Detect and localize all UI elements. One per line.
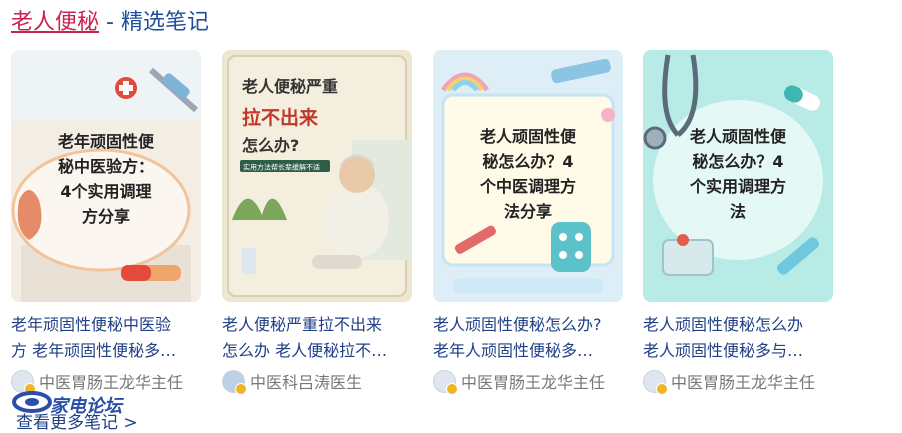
cover-text-line: 老人便秘严重 (241, 77, 338, 96)
avatar (643, 369, 668, 395)
note-author[interactable]: 中医科吕涛医生 (222, 369, 412, 395)
cover-text-line: 法分享 (504, 202, 552, 221)
cover-text-line: 方分享 (82, 207, 130, 226)
note-card-4[interactable]: 老人顽固性便 秘怎么办？4 个实用调理方 法 老人顽固性便秘怎么办 老人顽固性便… (643, 50, 833, 395)
header-separator: - (99, 10, 121, 35)
section-header: 老人便秘 - 精选笔记 (11, 6, 209, 40)
note-card-3[interactable]: 老人顽固性便 秘怎么办？4 个中医调理方 法分享 老人顽固性便秘怎么办? 老年人… (433, 50, 623, 395)
note-title-line: 老年顽固性便秘中医验 (11, 315, 172, 334)
note-title-link[interactable]: 老人顽固性便秘怎么办 老人顽固性便秘多与… (643, 312, 839, 364)
note-title-link[interactable]: 老年顽固性便秘中医验 方 老年顽固性便秘多… (11, 312, 207, 364)
note-card-1[interactable]: 老年顽固性便 秘中医验方： 4个实用调理 方分享 老年顽固性便秘中医验 方 老年… (11, 50, 201, 395)
note-title-line: 老年人顽固性便秘多… (433, 341, 594, 360)
author-name: 中医科吕涛医生 (250, 373, 363, 392)
avatar (222, 369, 247, 395)
cover-text-line: 秘中医验方： (58, 157, 154, 176)
note-title-line: 方 老年顽固性便秘多… (11, 341, 177, 360)
verified-badge-icon (235, 382, 247, 395)
note-cover-image[interactable]: 老年顽固性便 秘中医验方： 4个实用调理 方分享 (11, 50, 201, 302)
note-title-line: 老人顽固性便秘怎么办 (643, 315, 804, 334)
verified-badge-icon (446, 382, 458, 395)
section-title[interactable]: 精选笔记 (121, 10, 209, 35)
note-cover-image[interactable]: 老人顽固性便 秘怎么办？4 个中医调理方 法分享 (433, 50, 623, 302)
author-name: 中医胃肠王龙华主任 (39, 373, 184, 392)
cover-text-line: 秘怎么办？4 (482, 152, 573, 171)
cover-text-line: 个中医调理方 (479, 177, 576, 196)
note-cover-image[interactable]: 老人便秘严重 拉不出来 怎么办? 实用方法帮长辈缓解不适 (222, 50, 412, 302)
note-title-line: 老人便秘严重拉不出来 (222, 315, 383, 334)
note-title-link[interactable]: 老人便秘严重拉不出来 怎么办 老人便秘拉不… (222, 312, 418, 364)
author-name: 中医胃肠王龙华主任 (671, 373, 816, 392)
cover-illustration: 老人顽固性便 秘怎么办？4 个中医调理方 法分享 (433, 50, 623, 302)
note-title-line: 老人顽固性便秘怎么办? (433, 315, 602, 334)
note-card-2[interactable]: 老人便秘严重 拉不出来 怎么办? 实用方法帮长辈缓解不适 老人便秘严重拉不出来 … (222, 50, 412, 395)
cover-text-line: 怎么办? (242, 136, 299, 155)
note-author[interactable]: 中医胃肠王龙华主任 (433, 369, 623, 395)
cover-subtitle: 实用方法帮长辈缓解不适 (243, 163, 320, 172)
note-cover-image[interactable]: 老人顽固性便 秘怎么办？4 个实用调理方 法 (643, 50, 833, 302)
note-title-link[interactable]: 老人顽固性便秘怎么办? 老年人顽固性便秘多… (433, 312, 629, 364)
cover-illustration: 老年顽固性便 秘中医验方： 4个实用调理 方分享 (11, 50, 201, 302)
note-author[interactable]: 中医胃肠王龙华主任 (643, 369, 833, 395)
cover-text-line: 法 (730, 202, 746, 221)
cover-text-line: 拉不出来 (242, 106, 318, 129)
note-title-line: 老人顽固性便秘多与… (643, 341, 804, 360)
verified-badge-icon (656, 382, 668, 395)
cover-illustration: 老人顽固性便 秘怎么办？4 个实用调理方 法 (643, 50, 833, 302)
cover-text-line: 老年顽固性便 (57, 132, 155, 151)
cover-text-line: 个实用调理方 (689, 177, 786, 196)
avatar (433, 369, 458, 395)
keyword-link[interactable]: 老人便秘 (11, 10, 99, 35)
cover-text-line: 秘怎么办？4 (692, 152, 783, 171)
cover-illustration: 老人便秘严重 拉不出来 怎么办? 实用方法帮长辈缓解不适 (222, 50, 412, 302)
author-name: 中医胃肠王龙华主任 (461, 373, 606, 392)
watermark-text: 家电论坛 (50, 396, 122, 417)
cover-text-line: 老人顽固性便 (479, 127, 577, 146)
cover-text-line: 老人顽固性便 (689, 127, 787, 146)
cover-text-line: 4个实用调理 (60, 182, 151, 201)
note-title-line: 怎么办 老人便秘拉不… (222, 341, 388, 360)
